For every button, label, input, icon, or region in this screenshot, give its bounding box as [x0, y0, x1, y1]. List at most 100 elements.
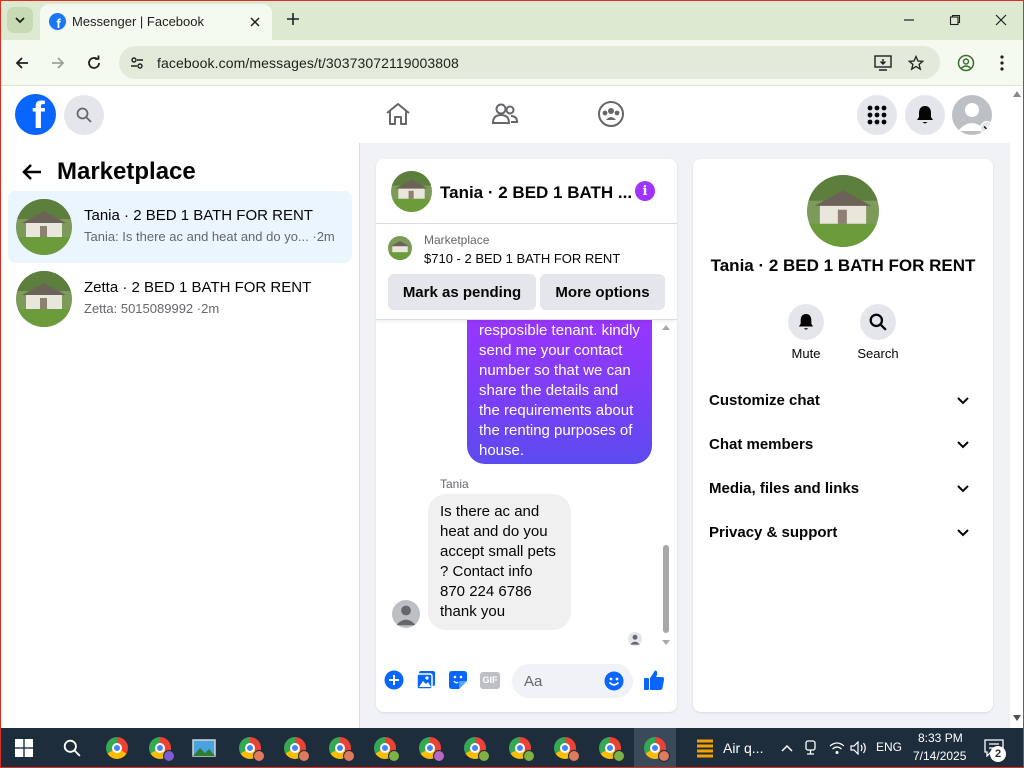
- clock-date[interactable]: 7/14/2025: [913, 749, 966, 763]
- info-icon[interactable]: i: [635, 181, 655, 201]
- friends-icon[interactable]: [490, 99, 520, 129]
- message-input[interactable]: [524, 672, 594, 690]
- conversation-name: Zetta · 2 BED 1 BATH FOR RENT: [84, 279, 312, 296]
- air-quality-icon[interactable]: [691, 734, 719, 762]
- scroll-thumb[interactable]: [663, 545, 669, 633]
- install-app-icon[interactable]: [873, 53, 893, 73]
- chevron-down-icon: [955, 393, 971, 409]
- air-quality-label[interactable]: Air q...: [723, 740, 763, 756]
- mute-button[interactable]: Mute: [776, 304, 836, 361]
- seen-avatar: [628, 632, 642, 646]
- browser-tab[interactable]: f Messenger | Facebook: [40, 4, 272, 40]
- section-media-files-links[interactable]: Media, files and links: [701, 469, 985, 509]
- tab-search-button[interactable]: [7, 7, 33, 33]
- account-chevron-icon[interactable]: [980, 121, 992, 135]
- search-conversation-button[interactable]: Search: [848, 304, 908, 361]
- meet-now-icon[interactable]: [797, 734, 825, 762]
- profile-icon[interactable]: [955, 52, 977, 74]
- chevron-down-icon: [955, 481, 971, 497]
- address-bar[interactable]: facebook.com/messages/t/3037307211900380…: [119, 46, 940, 79]
- chat-title[interactable]: Tania · 2 BED 1 BATH ...: [440, 183, 632, 203]
- chrome-profile-taskbar-icon[interactable]: [236, 734, 265, 762]
- chrome-active-taskbar-icon[interactable]: [641, 734, 670, 762]
- menu-grid-icon[interactable]: [857, 95, 897, 135]
- search-label: Search: [857, 346, 899, 361]
- section-privacy-support[interactable]: Privacy & support: [701, 513, 985, 553]
- chevron-down-icon: [15, 17, 25, 24]
- thumbs-up-icon[interactable]: [643, 669, 665, 691]
- browser-menu-icon[interactable]: [991, 52, 1013, 74]
- chevron-down-icon: [955, 437, 971, 453]
- chrome-taskbar-icon[interactable]: [103, 734, 131, 762]
- chrome-profile-taskbar-icon[interactable]: [461, 734, 490, 762]
- chrome-profile-taskbar-icon[interactable]: [281, 734, 310, 762]
- chrome-profile-taskbar-icon[interactable]: [326, 734, 355, 762]
- chrome-profile-taskbar-icon[interactable]: [146, 734, 175, 762]
- notifications-bell-icon[interactable]: [905, 95, 945, 135]
- close-tab-icon[interactable]: [246, 13, 264, 31]
- tab-title: Messenger | Facebook: [72, 14, 204, 29]
- photos-taskbar-icon[interactable]: [190, 734, 218, 762]
- conversation-preview: Tania: Is there ac and heat and do yo...…: [84, 229, 335, 244]
- conversation-name: Tania · 2 BED 1 BATH FOR RENT: [84, 207, 313, 224]
- listing-title[interactable]: $710 - 2 BED 1 BATH FOR RENT: [424, 251, 620, 266]
- minimize-icon[interactable]: [899, 10, 919, 30]
- conversation-list-panel: Marketplace Tania · 2 BED 1 BATH FOR REN…: [0, 143, 360, 728]
- conversation-preview: Zetta: 5015089992 ·2m: [84, 301, 220, 316]
- listing-small-thumbnail: [388, 236, 412, 260]
- mute-label: Mute: [791, 346, 821, 361]
- browser-tab-strip: f Messenger | Facebook: [0, 0, 1024, 40]
- reload-icon[interactable]: [83, 52, 105, 74]
- message-input-container: [512, 664, 633, 698]
- home-icon[interactable]: [383, 99, 413, 129]
- conversation-item-tania[interactable]: Tania · 2 BED 1 BATH FOR RENT Tania: Is …: [8, 191, 352, 263]
- scroll-up-icon: [1013, 91, 1021, 97]
- chat-header: Tania · 2 BED 1 BATH ... i: [376, 159, 677, 224]
- chevron-down-icon: [955, 525, 971, 541]
- outgoing-message-bubble: resposible tenant. kindly send me your c…: [467, 320, 652, 464]
- close-window-icon[interactable]: [991, 10, 1011, 30]
- chrome-profile-taskbar-icon[interactable]: [506, 734, 535, 762]
- restore-icon[interactable]: [945, 10, 965, 30]
- volume-icon[interactable]: [845, 734, 873, 762]
- gif-icon[interactable]: GIF: [479, 669, 501, 691]
- forward-arrow-icon[interactable]: [47, 52, 69, 74]
- account-avatar[interactable]: [952, 95, 992, 135]
- marketplace-listing-card: Marketplace $710 - 2 BED 1 BATH FOR RENT…: [376, 224, 677, 320]
- chrome-profile-taskbar-icon[interactable]: [596, 734, 625, 762]
- sticker-icon[interactable]: [447, 669, 469, 691]
- plus-actions-icon[interactable]: [383, 669, 405, 691]
- page-scrollbar[interactable]: [1010, 87, 1024, 728]
- chrome-profile-taskbar-icon[interactable]: [551, 734, 580, 762]
- new-tab-icon[interactable]: [283, 9, 303, 29]
- emoji-icon[interactable]: [604, 671, 624, 691]
- chrome-profile-taskbar-icon[interactable]: [371, 734, 400, 762]
- search-icon[interactable]: [58, 734, 86, 762]
- section-customize-chat[interactable]: Customize chat: [701, 381, 985, 421]
- scroll-down-icon: [1013, 715, 1021, 721]
- message-scrollbar[interactable]: [662, 323, 670, 653]
- message-thread[interactable]: resposible tenant. kindly send me your c…: [376, 320, 677, 653]
- conversation-item-zetta[interactable]: Zetta · 2 BED 1 BATH FOR RENT Zetta: 501…: [8, 263, 352, 335]
- back-arrow-icon[interactable]: [11, 52, 33, 74]
- chrome-profile-taskbar-icon[interactable]: [416, 734, 445, 762]
- section-chat-members[interactable]: Chat members: [701, 425, 985, 465]
- start-windows-icon[interactable]: [10, 734, 38, 762]
- search-icon[interactable]: [64, 95, 104, 135]
- facebook-logo-icon[interactable]: f: [15, 94, 56, 135]
- language-indicator[interactable]: ENG: [876, 740, 902, 754]
- mark-as-pending-button[interactable]: Mark as pending: [388, 274, 536, 310]
- more-options-button[interactable]: More options: [540, 274, 665, 310]
- facebook-header: f: [0, 87, 1010, 143]
- listing-large-thumbnail: [807, 175, 879, 247]
- back-arrow-icon[interactable]: [20, 160, 44, 184]
- groups-icon[interactable]: [596, 99, 626, 129]
- clock-time[interactable]: 8:33 PM: [918, 731, 963, 745]
- message-composer: GIF: [376, 653, 677, 712]
- bookmark-star-icon[interactable]: [906, 53, 926, 73]
- photo-icon[interactable]: [415, 669, 437, 691]
- site-info-icon[interactable]: [127, 53, 147, 73]
- search-icon: [860, 304, 896, 340]
- chat-listing-thumbnail[interactable]: [391, 171, 432, 212]
- chat-info-panel: Tania · 2 BED 1 BATH FOR RENT Mute Searc…: [693, 159, 993, 712]
